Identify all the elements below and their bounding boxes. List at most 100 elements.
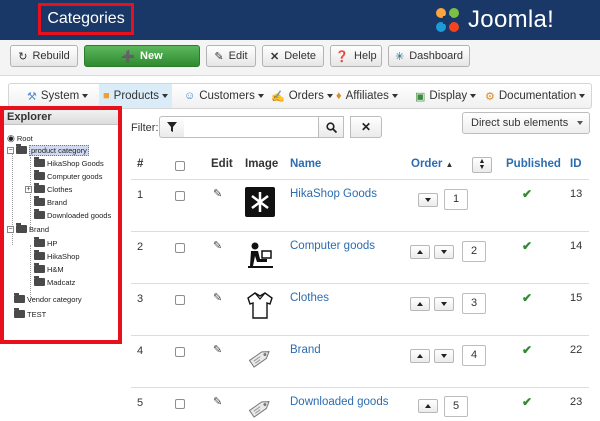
collapse-icon[interactable]: − (7, 146, 14, 154)
order-input[interactable]: 1 (444, 189, 468, 210)
menu-customers[interactable]: ☺ Customers (184, 84, 264, 108)
rebuild-button[interactable]: ↻ Rebuild (10, 45, 78, 67)
move-up-button[interactable] (410, 245, 430, 259)
move-down-button[interactable] (434, 245, 454, 259)
filter-input[interactable] (184, 116, 318, 138)
delete-label: Delete (284, 50, 316, 62)
search-button[interactable] (318, 116, 344, 138)
pencil-icon[interactable]: ✎ (213, 239, 222, 252)
move-down-button[interactable] (434, 297, 454, 311)
chevron-down-icon (441, 302, 447, 306)
row-num: 5 (137, 397, 144, 409)
move-down-button[interactable] (434, 349, 454, 363)
tree-node-computer-goods[interactable]: Computer goods (34, 170, 102, 181)
tree-node-vendor-category[interactable]: Vendor category (14, 293, 82, 304)
collapse-icon[interactable]: − (7, 225, 14, 233)
help-button[interactable]: ❓ Help (330, 45, 382, 67)
tree-node-brand[interactable]: − Brand (7, 223, 49, 234)
chevron-down-icon (577, 121, 583, 125)
save-order-button[interactable]: ▲ ▼ (472, 157, 492, 173)
menu-affiliates[interactable]: ♦ Affiliates (336, 84, 398, 108)
row-checkbox[interactable] (175, 243, 185, 253)
order-input[interactable]: 2 (462, 241, 486, 262)
category-name-link[interactable]: Clothes (290, 292, 329, 304)
chevron-up-icon (417, 250, 423, 254)
chevron-down-icon (425, 198, 431, 202)
col-header-order[interactable]: Order ▲ (411, 158, 453, 170)
col-header-id[interactable]: ID (570, 158, 582, 170)
dashboard-button[interactable]: ✳ Dashboard (388, 45, 470, 67)
category-name-link[interactable]: Downloaded goods (290, 396, 388, 408)
row-divider (131, 387, 589, 388)
select-all-checkbox[interactable] (175, 161, 185, 171)
tree-node-madcatz[interactable]: Madcatz (34, 276, 76, 287)
tree-node-hikashop[interactable]: HikaShop (34, 250, 80, 261)
tree-node-product-category[interactable]: − product category (7, 144, 89, 156)
menu-system[interactable]: ⚒ System (27, 84, 89, 108)
row-checkbox[interactable] (175, 347, 185, 357)
tree-node-hp[interactable]: HP (34, 237, 57, 248)
sub-elements-select[interactable]: Direct sub elements (462, 112, 590, 134)
pencil-icon[interactable]: ✎ (213, 343, 222, 356)
row-checkbox[interactable] (175, 399, 185, 409)
edit-button[interactable]: ✎ Edit (206, 45, 256, 67)
category-name-link[interactable]: Brand (290, 344, 321, 356)
col-header-published[interactable]: Published (506, 158, 561, 170)
col-header-name[interactable]: Name (290, 158, 321, 170)
computer-user-icon (248, 242, 273, 268)
category-name-link[interactable]: HikaShop Goods (290, 188, 377, 200)
order-input[interactable]: 5 (444, 396, 468, 417)
explorer-title: Explorer (4, 110, 118, 125)
tree-node-downloaded-goods[interactable]: Downloaded goods (34, 209, 111, 220)
new-button[interactable]: ➕ New (84, 45, 200, 67)
menu-display[interactable]: ▣ Display (415, 84, 477, 108)
sort-asc-icon: ▲ (445, 160, 454, 169)
tree-node-root[interactable]: ◉ Root (7, 133, 33, 143)
col-header-image: Image (245, 158, 279, 170)
folder-open-icon (16, 144, 27, 154)
funnel-icon (167, 122, 177, 132)
row-checkbox[interactable] (175, 191, 185, 201)
orders-icon: ✍ (271, 90, 285, 103)
order-input[interactable]: 3 (462, 293, 486, 314)
help-gear-icon: ⚙ (485, 90, 495, 103)
tree-node-hikashop-goods[interactable]: HikaShop Goods (34, 157, 104, 168)
tree-node-brand-child[interactable]: Brand (34, 196, 67, 207)
published-check-icon[interactable]: ✔ (522, 291, 532, 305)
category-name-link[interactable]: Computer goods (290, 240, 375, 252)
menu-documentation[interactable]: ⚙ Documentation (485, 84, 586, 108)
published-check-icon[interactable]: ✔ (522, 395, 532, 409)
tree-node-test[interactable]: TEST (14, 308, 47, 319)
col-header-num: # (137, 158, 144, 170)
order-input[interactable]: 4 (462, 345, 486, 366)
clear-filter-button[interactable]: ✕ (350, 116, 382, 138)
published-check-icon[interactable]: ✔ (522, 187, 532, 201)
published-check-icon[interactable]: ✔ (522, 343, 532, 357)
pencil-icon[interactable]: ✎ (213, 395, 222, 408)
category-explorer: Explorer ◉ Root − product category HikaS… (0, 106, 122, 344)
joomla-logo[interactable]: Joomla! (432, 4, 554, 36)
dashboard-label: Dashboard (409, 50, 464, 62)
tree-node-clothes[interactable]: + Clothes (25, 183, 72, 194)
move-up-button[interactable] (410, 297, 430, 311)
tree-node-label: Madcatz (47, 277, 76, 287)
menu-orders[interactable]: ✍ Orders (271, 84, 333, 108)
filter-funnel-button[interactable] (159, 116, 185, 138)
tools-icon: ⚒ (27, 90, 37, 103)
move-up-button[interactable] (418, 399, 438, 413)
pencil-icon[interactable]: ✎ (213, 291, 222, 304)
pencil-icon[interactable]: ✎ (213, 187, 222, 200)
move-up-button[interactable] (410, 349, 430, 363)
published-check-icon[interactable]: ✔ (522, 239, 532, 253)
menu-products[interactable]: ■ Products (99, 84, 173, 108)
globe-icon: ◉ (7, 132, 15, 143)
row-checkbox[interactable] (175, 295, 185, 305)
tree-node-label: TEST (27, 309, 47, 319)
delete-button[interactable]: ✕ Delete (262, 45, 324, 67)
tree-node-hm[interactable]: H&M (34, 263, 64, 274)
move-down-button[interactable] (418, 193, 438, 207)
help-label: Help (354, 50, 377, 62)
expand-icon[interactable]: + (25, 185, 32, 193)
affiliate-icon: ♦ (336, 90, 342, 102)
menu-documentation-label: Documentation (498, 90, 577, 102)
